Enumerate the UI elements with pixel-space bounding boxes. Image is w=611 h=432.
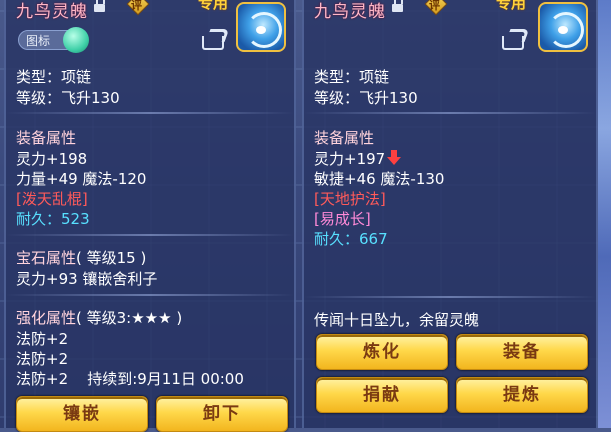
equip-attr-1: 灵力+198 (16, 150, 88, 168)
enhance-attr-1: 法防+2 (16, 330, 69, 348)
special-skill: [天地护法] (314, 190, 386, 208)
icon-toggle-label: 图标 (26, 34, 51, 48)
right-edge-strip (598, 0, 611, 428)
durability-row: 耐久：523 (16, 208, 90, 229)
pet-soul-icon (236, 2, 286, 52)
gem-header: 宝石属性 (16, 249, 77, 267)
durability-row: 耐久：667 (314, 228, 388, 249)
durability-label: 耐久： (314, 230, 360, 248)
divider (6, 294, 294, 296)
divider (304, 112, 596, 114)
lock-icon (392, 0, 403, 12)
durability-value: 523 (61, 210, 90, 228)
equip-button[interactable]: 装备 (456, 334, 588, 370)
gem-level: ( 等级15 ) (76, 249, 147, 267)
enhance-header: 强化属性 (16, 309, 77, 327)
item-lore: 传闻十日坠九，余留灵魄 (314, 311, 480, 329)
gem-attr: 灵力+93 镶嵌舍利子 (16, 270, 158, 288)
pet-soul-icon (538, 2, 588, 52)
enhance-attr-3: 法防+2 (16, 370, 69, 388)
equip-attr-1-row: 灵力+197 (314, 148, 402, 169)
equip-attr-header: 装备属性 (16, 129, 77, 147)
enhance-level: ( 等级3:★★★ ) (76, 309, 183, 327)
exclusive-label: 专用 (198, 0, 229, 12)
down-arrow-icon (387, 150, 402, 166)
inlay-button[interactable]: 镶嵌 (16, 396, 148, 432)
share-icon[interactable] (500, 28, 530, 52)
special-trait: [易成长] (314, 210, 371, 228)
divider (304, 296, 596, 298)
enhance-duration: 持续到:9月11日 00:00 (87, 370, 244, 388)
item-level: 等级：飞升130 (314, 89, 418, 107)
equip-attr-header: 装备属性 (314, 129, 375, 147)
equip-attr-2: 敏捷+46 魔法-130 (314, 170, 445, 188)
divider (6, 234, 294, 236)
icon-toggle[interactable]: 图标 (18, 27, 89, 53)
enhance-row: 强化属性( 等级3:★★★ ) (16, 307, 182, 328)
toggle-knob-icon[interactable] (63, 27, 89, 53)
rating-badge-icon[interactable]: 评 (424, 0, 448, 16)
item-type: 类型：项链 (16, 68, 92, 86)
lock-icon (94, 0, 105, 12)
special-skill: [泼天乱棍] (16, 190, 88, 208)
item-level: 等级：飞升130 (16, 89, 120, 107)
divider (6, 112, 294, 114)
item-title: 九鸟灵魄 (314, 2, 386, 22)
compare-item-panel: 九鸟灵魄 评 专用 类型：项链 等级：飞升130 装备属性 灵力+197 敏捷+… (302, 0, 598, 428)
item-title: 九鸟灵魄 (16, 2, 88, 22)
gem-row: 宝石属性( 等级15 ) (16, 247, 146, 268)
equipped-item-panel: 九鸟灵魄 评 专用 图标 类型：项链 等级：飞升130 装备属性 灵力+198 … (4, 0, 296, 432)
equip-attr-2: 力量+49 魔法-120 (16, 170, 147, 188)
share-icon[interactable] (200, 28, 230, 52)
equip-attr-1: 灵力+197 (314, 150, 386, 168)
durability-value: 667 (359, 230, 388, 248)
rating-badge-icon[interactable]: 评 (126, 0, 150, 16)
exclusive-label: 专用 (496, 0, 527, 12)
item-type: 类型：项链 (314, 68, 390, 86)
enhance-attr-3-row: 法防+2 持续到:9月11日 00:00 (16, 368, 244, 389)
donate-button[interactable]: 捐献 (316, 377, 448, 413)
enhance-attr-2: 法防+2 (16, 350, 69, 368)
extract-button[interactable]: 提炼 (456, 377, 588, 413)
durability-label: 耐久： (16, 210, 62, 228)
unequip-button[interactable]: 卸下 (156, 396, 288, 432)
refine-button[interactable]: 炼化 (316, 334, 448, 370)
